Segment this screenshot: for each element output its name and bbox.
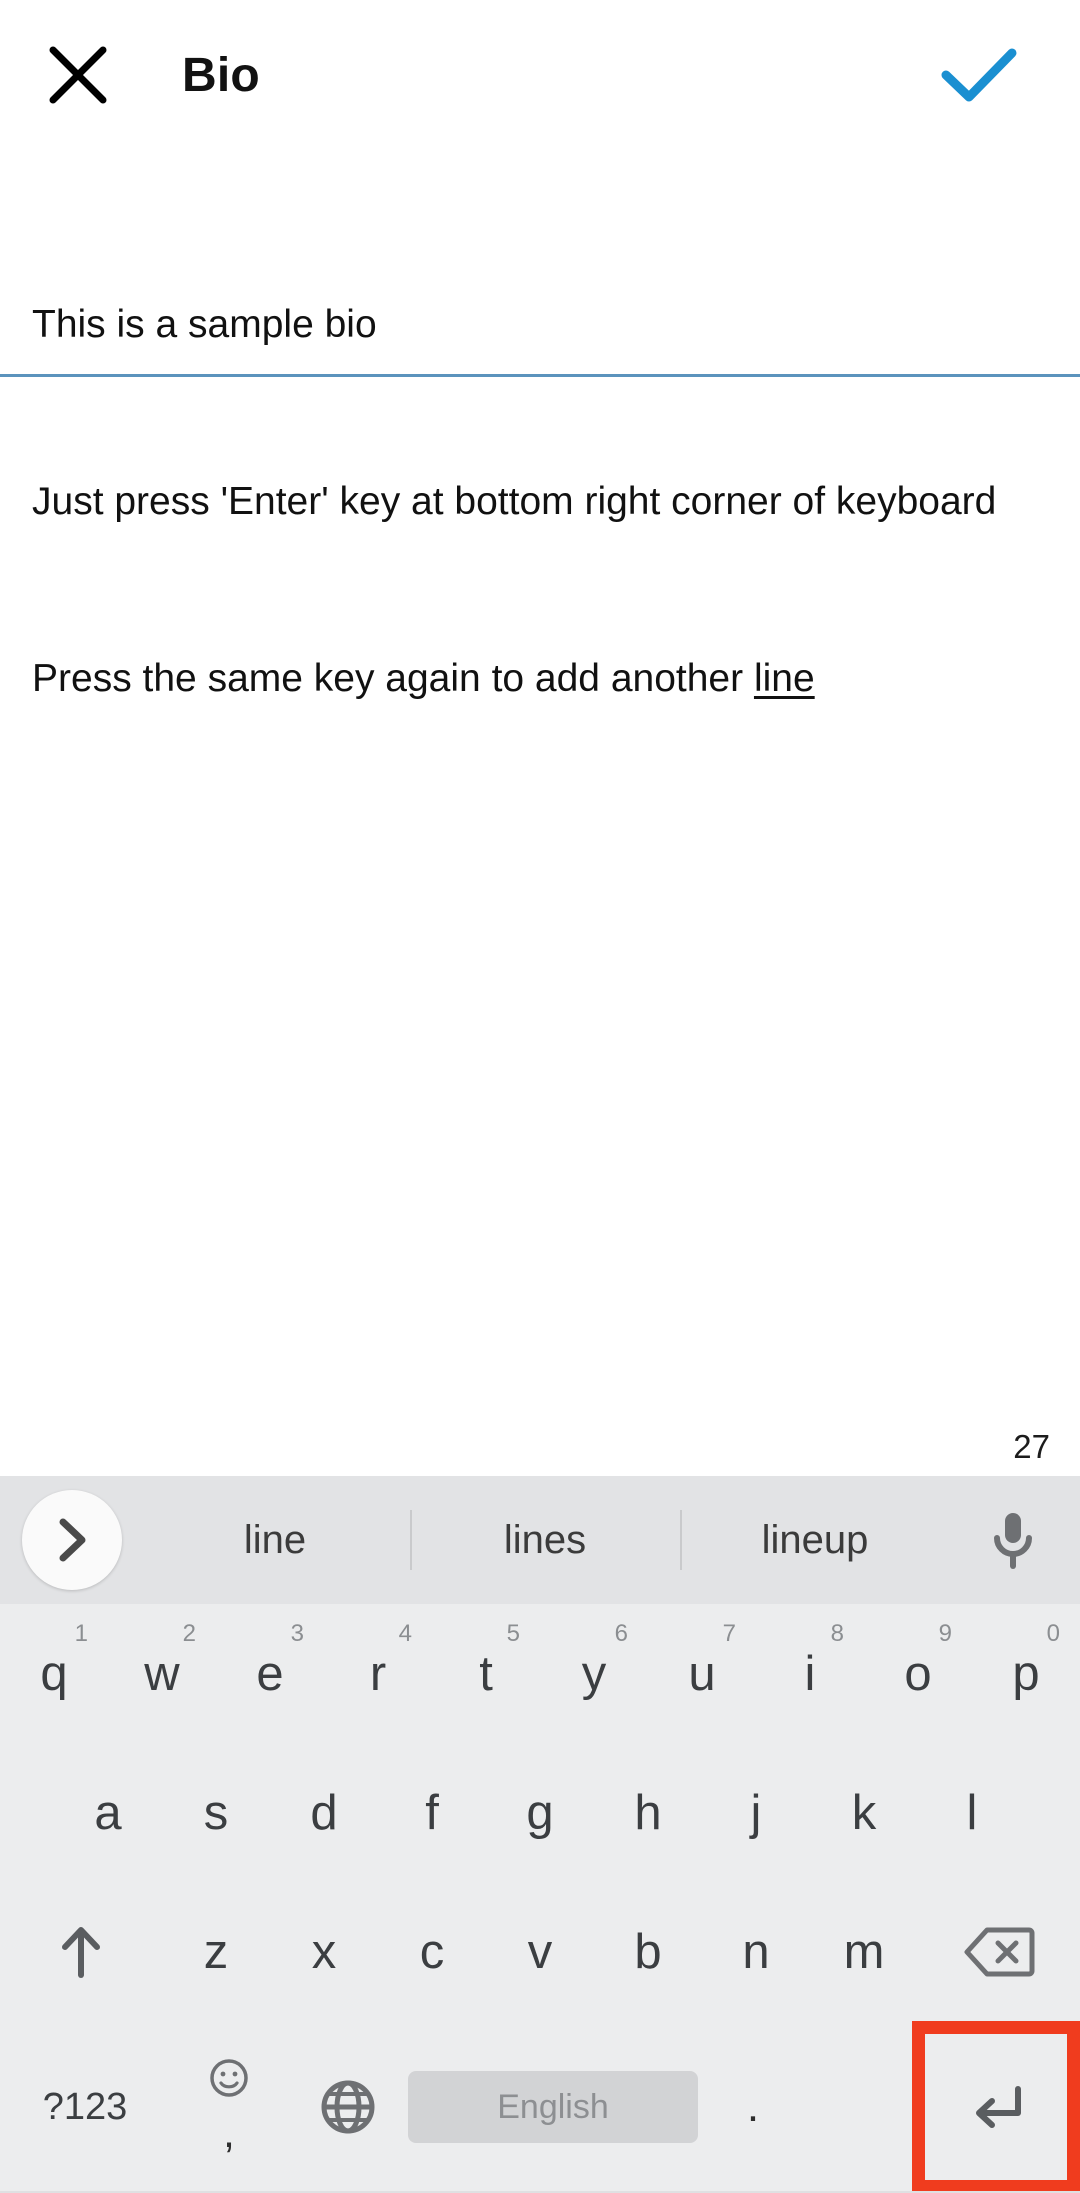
bio-line-1: This is a sample bio [32, 303, 377, 346]
voice-input-button[interactable] [968, 1495, 1058, 1585]
enter-key-area [912, 2021, 1080, 2193]
key-r-number: 4 [398, 1620, 412, 1647]
key-w[interactable]: w2 [108, 1604, 216, 1743]
expand-suggestions-button[interactable] [22, 1490, 122, 1590]
key-x[interactable]: x [270, 1882, 378, 2021]
bio-line-3: Press the same key again to add another … [32, 649, 1048, 708]
key-o[interactable]: o9 [864, 1604, 972, 1743]
key-t[interactable]: t5 [432, 1604, 540, 1743]
key-k[interactable]: k [810, 1743, 918, 1882]
key-t-label: t [479, 1646, 493, 1701]
keyboard-row-4: ?123 , English . [0, 2021, 1080, 2193]
key-c[interactable]: c [378, 1882, 486, 2021]
key-shift[interactable] [0, 1882, 162, 2021]
composing-word: line [753, 657, 815, 700]
key-i[interactable]: i8 [756, 1604, 864, 1743]
key-u-label: u [688, 1646, 716, 1701]
key-period[interactable]: . [698, 2021, 808, 2193]
backspace-icon [964, 1927, 1035, 1976]
keyboard-row-2: a s d f g h j k l [0, 1743, 1080, 1882]
app-header: Bio [0, 0, 1080, 150]
key-q-number: 1 [74, 1620, 88, 1647]
key-o-number: 9 [938, 1620, 952, 1647]
keyboard-row-1: q1 w2 e3 r4 t5 y6 u7 i8 o9 p0 [0, 1604, 1080, 1743]
keyboard-row-3: z x c v b n m [0, 1882, 1080, 2021]
key-j[interactable]: j [702, 1743, 810, 1882]
key-w-label: w [144, 1646, 180, 1701]
key-p[interactable]: p0 [972, 1604, 1080, 1743]
key-z[interactable]: z [162, 1882, 270, 2021]
check-icon [941, 48, 1017, 102]
microphone-icon [994, 1513, 1032, 1569]
key-rows: q1 w2 e3 r4 t5 y6 u7 i8 o9 p0 a s d f g … [0, 1604, 1080, 2193]
key-i-number: 8 [830, 1620, 844, 1647]
key-q-label: q [40, 1646, 68, 1701]
key-m[interactable]: m [810, 1882, 918, 2021]
key-e-label: e [256, 1646, 284, 1701]
key-comma-label: , [223, 2109, 235, 2156]
key-backspace[interactable] [918, 1882, 1080, 2021]
chevron-right-icon [59, 1518, 86, 1562]
globe-language-icon [321, 2080, 375, 2134]
bio-line-3-text: Press the same key again to add another [32, 657, 754, 700]
key-s[interactable]: s [162, 1743, 270, 1882]
soft-keyboard: line lines lineup q1 w2 e3 r4 t5 y6 u7 i… [0, 1476, 1080, 2193]
key-y-number: 6 [614, 1620, 628, 1647]
spacebar-language-label: English [408, 2071, 698, 2143]
key-o-label: o [904, 1646, 932, 1701]
suggestion-item-1[interactable]: line [140, 1476, 410, 1604]
enter-return-icon [976, 2086, 1021, 2128]
key-p-label: p [1012, 1646, 1040, 1701]
character-counter: 27 [1013, 1428, 1050, 1465]
key-symbols[interactable]: ?123 [0, 2021, 170, 2193]
emoji-smiley-icon [208, 2055, 250, 2111]
close-button[interactable] [18, 15, 138, 135]
key-h[interactable]: h [594, 1743, 702, 1882]
suggestion-item-2[interactable]: lines [410, 1476, 680, 1604]
key-w-number: 2 [182, 1620, 196, 1647]
focus-underline [0, 374, 1080, 377]
key-u-number: 7 [722, 1620, 736, 1647]
key-u[interactable]: u7 [648, 1604, 756, 1743]
key-spacebar[interactable]: English [408, 2021, 698, 2193]
bio-textarea[interactable]: This is a sample bio Just press 'Enter' … [32, 177, 1048, 826]
key-emoji[interactable]: , [170, 2021, 288, 2193]
key-l[interactable]: l [918, 1743, 1026, 1882]
key-f[interactable]: f [378, 1743, 486, 1882]
page-title: Bio [182, 48, 260, 102]
key-b[interactable]: b [594, 1882, 702, 2021]
key-n[interactable]: n [702, 1882, 810, 2021]
key-g[interactable]: g [486, 1743, 594, 1882]
key-y-label: y [581, 1646, 607, 1701]
key-enter[interactable] [925, 2034, 1067, 2180]
key-i-label: i [804, 1646, 816, 1701]
key-t-number: 5 [506, 1620, 520, 1647]
key-p-number: 0 [1046, 1620, 1060, 1647]
key-e[interactable]: e3 [216, 1604, 324, 1743]
key-r-label: r [369, 1646, 387, 1701]
suggestion-bar: line lines lineup [0, 1476, 1080, 1604]
bio-line-2: Just press 'Enter' key at bottom right c… [32, 480, 997, 523]
bio-edit-area[interactable]: This is a sample bio Just press 'Enter' … [0, 150, 1080, 1476]
key-language-globe[interactable] [288, 2021, 408, 2193]
key-q[interactable]: q1 [0, 1604, 108, 1743]
key-y[interactable]: y6 [540, 1604, 648, 1743]
suggestion-list: line lines lineup [140, 1476, 950, 1604]
shift-arrow-up-icon [62, 1926, 100, 1978]
close-icon [49, 46, 107, 104]
key-a[interactable]: a [54, 1743, 162, 1882]
suggestion-item-3[interactable]: lineup [680, 1476, 950, 1604]
key-v[interactable]: v [486, 1882, 594, 2021]
key-d[interactable]: d [270, 1743, 378, 1882]
key-r[interactable]: r4 [324, 1604, 432, 1743]
confirm-button[interactable] [924, 20, 1034, 130]
key-e-number: 3 [290, 1620, 304, 1647]
